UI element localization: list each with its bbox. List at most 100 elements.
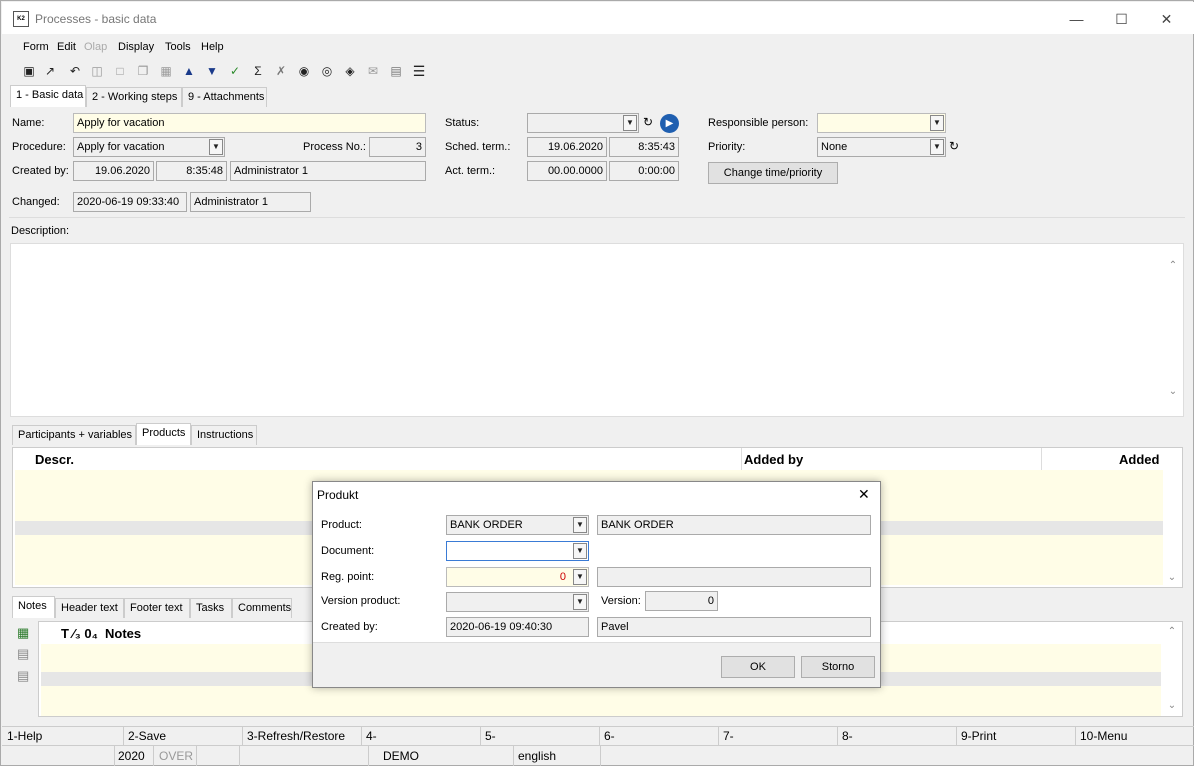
save-exit-icon[interactable]: ↗ (41, 62, 59, 80)
open-folder-icon[interactable]: ◫ (88, 62, 106, 80)
col-added[interactable]: Added (1119, 452, 1159, 467)
close-button[interactable]: ✕ (1144, 6, 1189, 32)
tab-header-text[interactable]: Header text (55, 598, 124, 618)
ok-button[interactable]: OK (721, 656, 795, 678)
menu-help[interactable]: Help (201, 41, 224, 53)
status-select[interactable]: ▼ (527, 113, 639, 133)
save-icon[interactable]: ▣ (20, 62, 38, 80)
mail-icon[interactable]: ✉ (364, 62, 382, 80)
new-document-icon[interactable]: □ (111, 62, 129, 80)
col-descr[interactable]: Descr. (35, 452, 74, 467)
chevron-down-icon[interactable]: ▼ (930, 115, 944, 131)
version-field[interactable]: 0 (645, 591, 718, 611)
reg-point-desc-field (597, 567, 871, 587)
tab-tasks[interactable]: Tasks (190, 598, 232, 618)
history-icon[interactable]: ↻ (949, 139, 959, 153)
tab-working-steps[interactable]: 2 - Working steps (86, 87, 182, 107)
fnkey-save[interactable]: 2-Save (128, 729, 166, 743)
fnkey-help[interactable]: 1-Help (7, 729, 42, 743)
menu-olap[interactable]: Olap (84, 41, 107, 53)
tab-attachments[interactable]: 9 - Attachments (182, 87, 267, 107)
procedure-select[interactable]: Apply for vacation ▼ (73, 137, 225, 157)
book-icon[interactable]: ▦ (157, 62, 175, 80)
divider (361, 727, 362, 746)
fnkey-7[interactable]: 7- (723, 729, 734, 743)
reg-point-select[interactable]: 0 ▼ (446, 567, 589, 587)
chevron-down-icon[interactable]: ▼ (573, 517, 587, 533)
change-time-priority-button[interactable]: Change time/priority (708, 162, 838, 184)
fnkey-8[interactable]: 8- (842, 729, 853, 743)
dialog-created-by-label: Created by: (321, 621, 378, 633)
filter-icon[interactable]: ✓ (226, 62, 244, 80)
copy-note-icon[interactable]: ▤ (17, 646, 29, 662)
dialog-close-icon[interactable]: ✕ (858, 486, 870, 503)
tab-participants-variables[interactable]: Participants + variables (12, 425, 136, 445)
chevron-down-icon[interactable]: ▼ (209, 139, 223, 155)
notes-icon[interactable]: ▤ (387, 62, 405, 80)
binoculars-icon[interactable]: ◉ (295, 62, 313, 80)
arrow-down-icon[interactable]: ▼ (203, 62, 221, 80)
chevron-down-icon[interactable]: ▼ (623, 115, 637, 131)
tab-notes[interactable]: Notes (12, 596, 55, 618)
history-icon[interactable]: ↻ (643, 115, 653, 129)
storno-button[interactable]: Storno (801, 656, 875, 678)
menu-form[interactable]: Form (23, 41, 49, 53)
copy-icon[interactable]: ❐ (134, 62, 152, 80)
binoculars-next-icon[interactable]: ◎ (318, 62, 336, 80)
play-icon[interactable]: ▶ (660, 114, 679, 133)
minimize-button[interactable]: — (1054, 6, 1099, 32)
chevron-down-icon[interactable]: ▼ (573, 543, 587, 559)
priority-select[interactable]: None ▼ (817, 137, 946, 157)
menu-display[interactable]: Display (118, 41, 154, 53)
priority-label: Priority: (708, 141, 746, 153)
chevron-down-icon[interactable]: ▼ (930, 139, 944, 155)
description-textarea[interactable]: ⌃ ⌄ (10, 243, 1184, 417)
scroll-up-icon[interactable]: ⌃ (1167, 260, 1179, 271)
product-select[interactable]: BANK ORDER ▼ (446, 515, 589, 535)
chevron-down-icon[interactable]: ▼ (573, 594, 587, 610)
tab-comments[interactable]: Comments (232, 598, 292, 618)
binoculars-filter-icon[interactable]: ◈ (341, 62, 359, 80)
table-row[interactable] (41, 686, 1161, 716)
fnkey-print[interactable]: 9-Print (961, 729, 996, 743)
fnkey-menu[interactable]: 10-Menu (1080, 729, 1127, 743)
scroll-down-icon[interactable]: ⌄ (1166, 572, 1178, 583)
eraser-icon[interactable]: ✗ (272, 62, 290, 80)
tab-products[interactable]: Products (136, 423, 191, 445)
procedure-label: Procedure: (12, 141, 66, 153)
version-product-select[interactable]: ▼ (446, 592, 589, 612)
fnkey-4[interactable]: 4- (366, 729, 377, 743)
status-demo: DEMO (383, 749, 419, 763)
menu-tools[interactable]: Tools (165, 41, 191, 53)
act-date-field: 00.00.0000 (527, 161, 607, 181)
fnkey-refresh[interactable]: 3-Refresh/Restore (247, 729, 345, 743)
sum-icon[interactable]: Σ (249, 62, 267, 80)
created-by-label: Created by: (12, 165, 69, 177)
fnkey-5[interactable]: 5- (485, 729, 496, 743)
add-note-icon[interactable]: ▦ (17, 625, 29, 641)
col-note-icons[interactable]: T ⁄₃ 0₄ (61, 626, 98, 641)
document-select[interactable]: ▼ (446, 541, 589, 561)
col-added-by[interactable]: Added by (744, 452, 803, 467)
dialog-created-user-field: Pavel (597, 617, 871, 637)
divider (837, 727, 838, 746)
scroll-down-icon[interactable]: ⌄ (1166, 700, 1178, 711)
product-desc-field: BANK ORDER (597, 515, 871, 535)
tab-basic-data[interactable]: 1 - Basic data (10, 85, 86, 107)
maximize-button[interactable]: ☐ (1099, 6, 1144, 32)
scroll-down-icon[interactable]: ⌄ (1167, 386, 1179, 397)
col-notes[interactable]: Notes (105, 626, 141, 641)
tab-footer-text[interactable]: Footer text (124, 598, 190, 618)
responsible-select[interactable]: ▼ (817, 113, 946, 133)
undo-icon[interactable]: ↶ (66, 62, 84, 80)
name-input[interactable]: Apply for vacation (73, 113, 426, 133)
fnkey-6[interactable]: 6- (604, 729, 615, 743)
menu-lines-icon[interactable]: ☰ (410, 62, 428, 80)
arrow-up-icon[interactable]: ▲ (180, 62, 198, 80)
divider (480, 727, 481, 746)
menu-edit[interactable]: Edit (57, 41, 76, 53)
scroll-up-icon[interactable]: ⌃ (1166, 626, 1178, 637)
paste-note-icon[interactable]: ▤ (17, 668, 29, 684)
chevron-down-icon[interactable]: ▼ (573, 569, 587, 585)
tab-instructions[interactable]: Instructions (191, 425, 257, 445)
